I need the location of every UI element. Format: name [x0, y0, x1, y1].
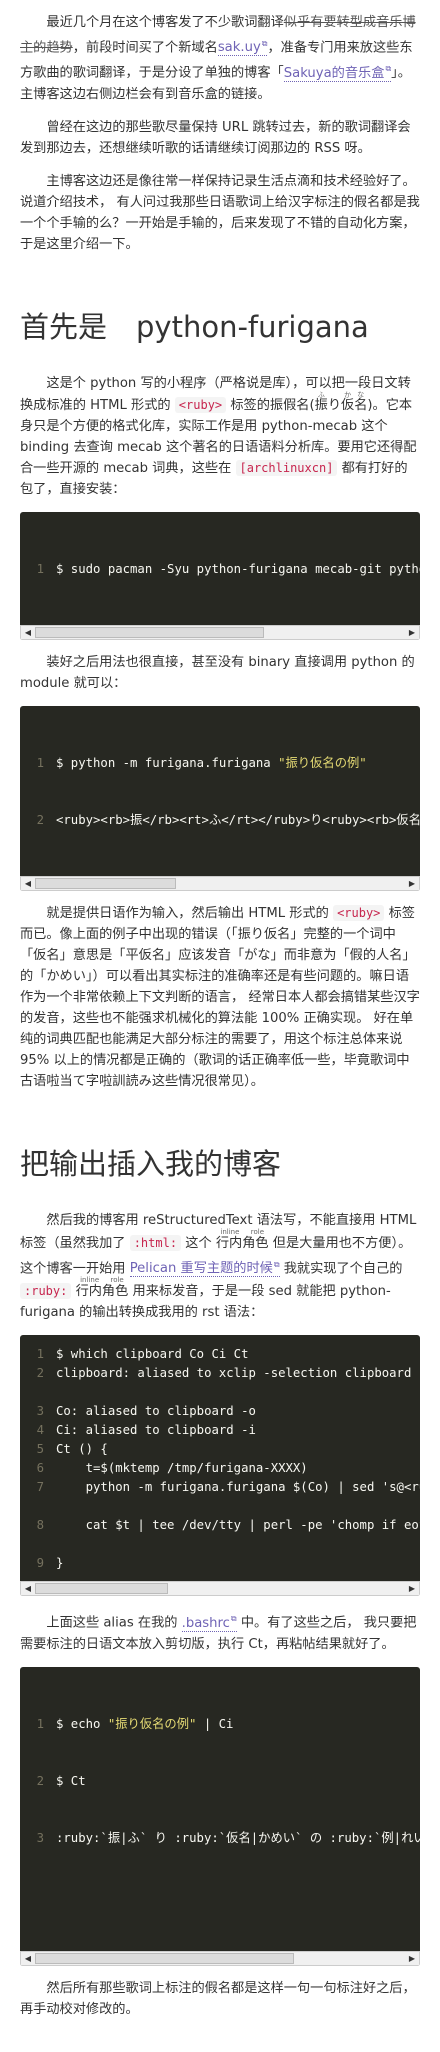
section-heading-insert-output: 把输出插入我的博客 [20, 1146, 282, 1181]
scroll-right-icon[interactable]: ▶ [405, 877, 419, 890]
section2-paragraph-3: 然后所有那些歌词上标注的假名都是这样一句一句标注好之后，再手动校对修改的。 [20, 1980, 416, 2017]
section-heading-python-furigana: 首先是 python-furigana [20, 309, 369, 344]
scroll-thumb[interactable] [35, 626, 265, 638]
scroll-left-icon[interactable]: ◀ [21, 877, 35, 890]
intro-paragraph-3: 主博客这边还是像往常一样保持记录生活点滴和技术经验好了。说道介绍技术， 有人问过… [20, 173, 420, 252]
scroll-track[interactable] [35, 877, 405, 889]
code-line: 1 $ echo "振り仮名の例" | Ci [36, 1716, 234, 1731]
ruby-inline-role: 行内角色inline role [215, 1227, 269, 1251]
code-lines: 1 $ which clipboard Co Ci Ct 2 clipboard: a… [20, 1335, 420, 1581]
intro-paragraph-2: 曾经在这边的那些歌尽量保持 URL 跳转过去，新的歌词翻译会发到那边去，还想继续… [20, 119, 411, 156]
section2-paragraph-2: 上面这些 alias 在我的 .bashrc 中。有了这些之后， 我只要把需要标… [20, 1608, 420, 1654]
scroll-track[interactable] [35, 626, 405, 638]
inline-code-ruby-role: :ruby: [20, 1283, 72, 1300]
code-lines: 1 $ python -m furigana.furigana "振り仮名の例" … [20, 706, 420, 876]
code-line: 1 $ sudo pacman -Syu python-furigana meca… [36, 561, 420, 576]
code-line: 5 Ct () { [36, 1442, 108, 1457]
horizontal-scrollbar[interactable]: ◀ ▶ [20, 624, 420, 640]
scroll-left-icon[interactable]: ◀ [21, 1952, 35, 1965]
scroll-right-icon[interactable]: ▶ [405, 1952, 419, 1965]
code-line: 2 $ Ct [36, 1773, 86, 1788]
pelican-theme-link[interactable]: Pelican 重写主题的时候 [129, 1261, 280, 1278]
inline-code-html-role: :html: [129, 1234, 182, 1251]
code-block-install: 1 $ sudo pacman -Syu python-furigana meca… [20, 511, 420, 640]
code-line: 7 python -m furigana.furigana $(Co) | se… [36, 1480, 420, 1495]
scroll-right-icon[interactable]: ▶ [405, 1582, 419, 1595]
code-line: 6 t=$(mktemp /tmp/furigana-XXXX) [36, 1461, 308, 1476]
ruby-furi: 振ふ [314, 390, 328, 413]
sakuya-music-box-link[interactable]: Sakuya的音乐盒 [283, 65, 392, 82]
scroll-track[interactable] [35, 1952, 405, 1964]
sakuy-link[interactable]: sak.uy [217, 40, 268, 57]
code-line: 4 Ci: aliased to clipboard -i [36, 1423, 256, 1438]
horizontal-scrollbar[interactable]: ◀ ▶ [20, 875, 420, 891]
scroll-track[interactable] [35, 1583, 405, 1595]
intro-paragraph-1: 最近几个月在这个博客发了不少歌词翻译似乎有要转型成音乐博主的趋势，前段时间买了个… [20, 12, 420, 105]
scroll-left-icon[interactable]: ◀ [21, 626, 35, 639]
section2-paragraph-1: 然后我的博客用 reStructuredText 语法写，不能直接用 HTML … [20, 1210, 420, 1323]
code-line: 2 clipboard: aliased to xclip -selection … [36, 1366, 412, 1381]
inline-code-archlinuxcn: [archlinuxcn] [235, 459, 338, 476]
horizontal-scrollbar[interactable]: ◀ ▶ [20, 1581, 420, 1597]
code-block-aliases: 1 $ which clipboard Co Ci Ct 2 clipboard: a… [20, 1335, 420, 1597]
code-block-usage: 1 $ python -m furigana.furigana "振り仮名の例" … [20, 705, 420, 891]
section1-paragraph-3: 就是提供日语作为输入，然后输出 HTML 形式的 <ruby> 标签而已。像上面… [20, 904, 420, 1089]
section1-paragraph-1: 这是个 python 写的小程序（严格说是库），可以把一段日文转换成标准的 HT… [20, 375, 417, 497]
horizontal-scrollbar[interactable]: ◀ ▶ [20, 1950, 420, 1966]
code-line: 2 <ruby><rb>振</rb><rt>ふ</rt></ruby>り<ruby… [36, 812, 420, 827]
code-lines: 1 $ echo "振り仮名の例" | Ci 2 $ Ct 3:ruby:`振|ふ`… [20, 1667, 420, 1951]
section1-paragraph-2: 装好之后用法也很直接，甚至没有 binary 直接调用 python 的 mod… [20, 654, 415, 691]
code-line: 3 Co: aliased to clipboard -o [36, 1404, 256, 1419]
scroll-thumb[interactable] [35, 1583, 169, 1595]
inline-code-ruby: <ruby> [174, 396, 227, 413]
code-block-example: 1 $ echo "振り仮名の例" | Ci 2 $ Ct 3:ruby:`振|ふ`… [20, 1666, 420, 1966]
scroll-right-icon[interactable]: ▶ [405, 626, 419, 639]
bashrc-link[interactable]: .bashrc [181, 1615, 237, 1632]
code-line: 1 $ which clipboard Co Ci Ct [36, 1347, 249, 1362]
scroll-left-icon[interactable]: ◀ [21, 1582, 35, 1595]
ruby-kana: 仮名かな [341, 390, 368, 413]
code-line: 9} [36, 1556, 64, 1571]
code-line: 1 $ python -m furigana.furigana "振り仮名の例" [36, 755, 367, 770]
code-lines: 1 $ sudo pacman -Syu python-furigana meca… [20, 512, 420, 625]
scroll-thumb[interactable] [35, 877, 176, 889]
code-line: 3:ruby:`振|ふ` り :ruby:`仮名|かめい` の :ruby:`例… [36, 1830, 420, 1845]
article-body: 最近几个月在这个博客发了不少歌词翻译似乎有要转型成音乐博主的趋势，前段时间买了个… [0, 0, 440, 2052]
ruby-inline-role: 行内角色inline role [75, 1276, 129, 1300]
scroll-thumb[interactable] [35, 1952, 294, 1964]
inline-code-ruby: <ruby> [333, 904, 385, 921]
code-line: 8 cat $t | tee /dev/tty | perl -pe 'chom… [36, 1518, 420, 1533]
